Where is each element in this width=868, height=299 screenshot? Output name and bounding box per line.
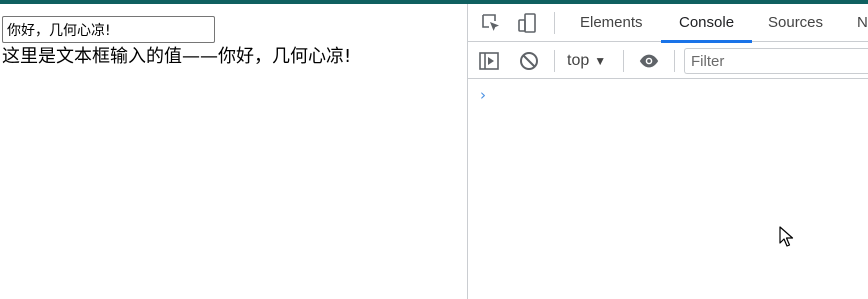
toolbar-separator (623, 50, 624, 72)
inspect-element-icon[interactable] (478, 10, 504, 36)
clear-console-icon[interactable] (518, 50, 540, 72)
console-toolbar: top ▼ (468, 43, 868, 79)
page-content: 这里是文本框输入的值——你好，几何心凉! (0, 4, 467, 299)
context-label: top (567, 52, 590, 69)
caret-down-icon: ▼ (594, 54, 607, 68)
toolbar-separator (674, 50, 675, 72)
toolbar-separator (554, 50, 555, 72)
context-selector[interactable]: top ▼ (567, 43, 606, 79)
devtools-panel: Elements Console Sources N top ▼ Filter … (467, 4, 868, 299)
mouse-cursor-icon (779, 226, 794, 247)
tab-console[interactable]: Console (661, 4, 753, 43)
tab-network[interactable]: N (839, 4, 868, 42)
tab-elements[interactable]: Elements (562, 4, 661, 42)
console-output[interactable]: › (468, 80, 868, 299)
console-prompt-chevron: › (480, 86, 486, 104)
devtools-tabbar: Elements Console Sources N (468, 4, 868, 43)
device-toolbar-icon[interactable] (514, 10, 540, 36)
output-text: 这里是文本框输入的值——你好，几何心凉! (2, 46, 352, 67)
text-input[interactable] (2, 16, 215, 43)
tab-sources[interactable]: Sources (750, 4, 841, 42)
tabbar-separator (554, 12, 555, 34)
console-filter-input[interactable] (684, 48, 868, 74)
live-expression-icon[interactable] (638, 50, 660, 72)
console-sidebar-icon[interactable] (478, 50, 500, 72)
